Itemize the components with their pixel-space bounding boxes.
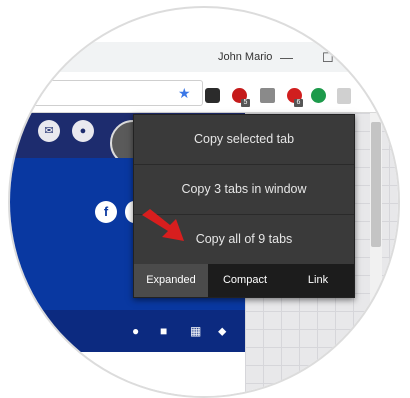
bookmark-star-icon[interactable]: ★ bbox=[178, 85, 191, 102]
calendar-icon[interactable]: ▦ bbox=[190, 324, 201, 338]
maximize-button[interactable]: ☐ bbox=[322, 50, 334, 66]
mail-icon[interactable]: ✉ bbox=[38, 120, 60, 142]
copy-selected-tab-button[interactable]: Copy selected tab bbox=[134, 115, 354, 165]
zoom-circle: John Mario — ☐ ★ 5 6 ⋮ ✉ ● f ● ■ ▦ ⬥ Cop… bbox=[8, 6, 400, 398]
facebook-icon[interactable]: f bbox=[95, 201, 117, 223]
tab-compact[interactable]: Compact bbox=[208, 264, 282, 297]
page-body bbox=[10, 352, 245, 396]
extension-feather-icon[interactable] bbox=[205, 88, 220, 103]
tab-expanded[interactable]: Expanded bbox=[134, 264, 208, 297]
red-pointer-arrow-icon bbox=[142, 209, 184, 241]
download-badge: 6 bbox=[294, 99, 303, 107]
profile-footer-bar bbox=[10, 310, 245, 352]
tab-link[interactable]: Link bbox=[282, 264, 354, 297]
adblock-badge: 5 bbox=[241, 99, 250, 107]
notification-bell-icon[interactable]: ● bbox=[72, 120, 94, 142]
copy-tabs-popup: Copy selected tab Copy 3 tabs in window … bbox=[133, 114, 355, 298]
address-bar[interactable] bbox=[22, 80, 203, 106]
chrome-menu-icon[interactable]: ⋮ bbox=[364, 84, 378, 101]
title-bar: John Mario — ☐ bbox=[10, 42, 398, 73]
folder-icon[interactable]: ■ bbox=[160, 324, 167, 338]
location-pin-icon[interactable]: ⬥ bbox=[218, 324, 226, 339]
format-tabs: Expanded Compact Link bbox=[134, 264, 354, 297]
extension-k-icon[interactable] bbox=[311, 88, 326, 103]
comment-icon[interactable]: ● bbox=[132, 324, 139, 338]
extension-stack-icon[interactable] bbox=[260, 88, 275, 103]
copy-tabs-extension-icon[interactable] bbox=[337, 88, 351, 104]
minimize-button[interactable]: — bbox=[280, 50, 293, 65]
browser-scene: John Mario — ☐ ★ 5 6 ⋮ ✉ ● f ● ■ ▦ ⬥ Cop… bbox=[10, 8, 398, 396]
scrollbar-thumb[interactable] bbox=[371, 122, 381, 247]
profile-name[interactable]: John Mario bbox=[218, 51, 272, 63]
